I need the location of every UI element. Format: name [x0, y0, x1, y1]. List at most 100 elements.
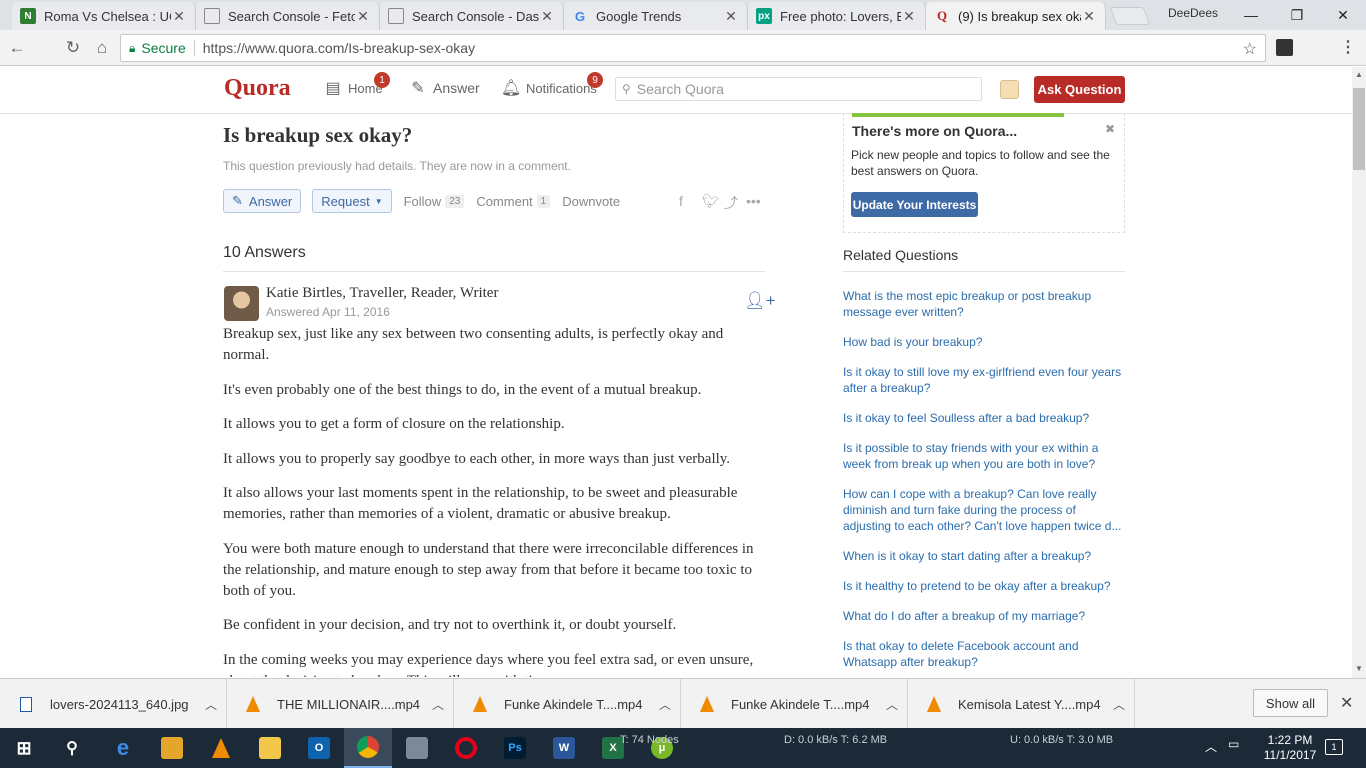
restore-icon[interactable]: ❐ — [1274, 0, 1320, 30]
follow-user-icon[interactable]: 👤︎+ — [744, 291, 776, 311]
related-question-link[interactable]: Is it possible to stay friends with your… — [843, 440, 1125, 472]
profile-name[interactable]: DeeDees — [1168, 6, 1218, 20]
share-icon[interactable]: ⤴ — [724, 193, 738, 213]
download-item[interactable]: lovers-2024113_640.jpg ︿ — [0, 679, 227, 729]
url-text[interactable]: https://www.quora.com/Is-breakup-sex-oka… — [203, 40, 475, 56]
follow-button[interactable]: Follow 23 — [404, 194, 465, 209]
chevron-up-icon[interactable]: ︿ — [877, 696, 907, 713]
network-icon[interactable]: ▭ — [1228, 737, 1239, 751]
app-icon[interactable] — [393, 728, 441, 768]
chrome-menu-icon[interactable]: ⋮ — [1340, 37, 1356, 57]
opera-icon[interactable] — [442, 728, 490, 768]
facebook-icon[interactable]: f — [679, 193, 683, 209]
back-arrow-icon[interactable]: ← — [6, 37, 28, 59]
answer-date[interactable]: Answered Apr 11, 2016 — [266, 305, 390, 319]
downvote-button[interactable]: Downvote — [562, 194, 620, 209]
close-icon[interactable]: ✕ — [539, 8, 555, 25]
related-question-link[interactable]: Is it okay to feel Soulless after a bad … — [843, 410, 1125, 426]
tab-free-photo[interactable]: px Free photo: Lovers, Bla ✕ — [748, 2, 926, 30]
download-item[interactable]: Kemisola Latest Y....mp4 ︿ — [908, 679, 1135, 729]
reload-icon[interactable]: ↻ — [62, 37, 84, 59]
home-badge: 1 — [374, 72, 390, 88]
close-shelf-icon[interactable]: ✕ — [1340, 693, 1353, 713]
nav-notifications[interactable]: 🔔︎ Notifications 9 — [501, 72, 603, 97]
address-bar[interactable]: 🔒︎ Secure https://www.quora.com/Is-break… — [120, 34, 1266, 62]
dismiss-icon[interactable]: ✖ — [1105, 122, 1115, 136]
ask-question-button[interactable]: Ask Question — [1034, 76, 1125, 103]
more-options-icon[interactable]: ••• — [746, 193, 761, 209]
nav-answer[interactable]: ✎ Answer — [409, 79, 479, 97]
download-item[interactable]: Funke Akindele T....mp4 ︿ — [454, 679, 681, 729]
chevron-up-icon[interactable]: ︿ — [423, 696, 453, 713]
tray-download-rate: D: 0.0 kB/s T: 6.2 MB — [784, 734, 888, 746]
close-icon[interactable]: ✕ — [355, 8, 371, 25]
chevron-up-icon[interactable]: ︿ — [196, 696, 226, 713]
twitter-icon[interactable]: 🐦︎ — [702, 193, 720, 210]
download-item[interactable]: THE MILLIONAIR....mp4 ︿ — [227, 679, 454, 729]
update-interests-button[interactable]: Update Your Interests — [851, 192, 978, 217]
divider — [193, 40, 195, 56]
related-question-link[interactable]: What do I do after a breakup of my marri… — [843, 608, 1125, 624]
vlc-icon[interactable] — [197, 728, 245, 768]
tab-google-trends[interactable]: G Google Trends ✕ — [564, 2, 748, 30]
related-question-link[interactable]: How bad is your breakup? — [843, 334, 1125, 350]
minimize-icon[interactable]: — — [1228, 0, 1274, 30]
scroll-down-icon[interactable]: ▼ — [1355, 664, 1363, 673]
quora-favicon-icon: Q — [936, 8, 948, 23]
windows-start-icon[interactable]: ⊞ — [0, 728, 48, 768]
related-question-link[interactable]: When is it okay to start dating after a … — [843, 548, 1125, 564]
user-avatar[interactable] — [1000, 80, 1019, 99]
chevron-up-icon[interactable]: ︿ — [1104, 696, 1134, 713]
close-icon[interactable]: ✕ — [1081, 8, 1097, 25]
question-title[interactable]: Is breakup sex okay? — [223, 123, 412, 148]
related-question-link[interactable]: Is that okay to delete Facebook account … — [843, 638, 1125, 670]
tab-search-console-fetch[interactable]: Search Console - Fetch ✕ — [196, 2, 380, 30]
scroll-up-icon[interactable]: ▲ — [1355, 70, 1363, 79]
show-all-button[interactable]: Show all — [1253, 689, 1328, 717]
nav-home[interactable]: ▤ Home 1 — [324, 72, 390, 97]
tab-roma-vs-chelsea[interactable]: N Roma Vs Chelsea : UCL ✕ — [12, 2, 196, 30]
extension-icon[interactable] — [1276, 39, 1293, 56]
quora-logo[interactable]: Quora — [224, 75, 291, 102]
related-questions-title: Related Questions — [843, 247, 1125, 272]
file-explorer-icon[interactable] — [246, 728, 294, 768]
edge-icon[interactable]: e — [99, 728, 147, 768]
search-icon[interactable]: ⚲ — [48, 728, 96, 768]
related-question-link[interactable]: How can I cope with a breakup? Can love … — [843, 486, 1125, 534]
related-question-link[interactable]: Is it okay to still love my ex-girlfrien… — [843, 364, 1125, 396]
chrome-icon[interactable] — [344, 728, 392, 768]
word-icon[interactable]: W — [540, 728, 588, 768]
outlook-icon[interactable]: O — [295, 728, 343, 768]
scrollbar-thumb[interactable] — [1353, 88, 1365, 170]
request-button[interactable]: Request ▼ — [312, 189, 392, 213]
close-icon[interactable]: ✕ — [723, 8, 739, 25]
system-clock[interactable]: 1:22 PM 11/1/2017 — [1260, 733, 1320, 763]
author-name[interactable]: Katie Birtles, Traveller, Reader, Writer — [266, 285, 498, 302]
chevron-up-icon[interactable]: ︿ — [650, 696, 680, 713]
search-box[interactable]: ⚲ — [615, 77, 982, 101]
store-icon[interactable] — [148, 728, 196, 768]
download-item[interactable]: Funke Akindele T....mp4 ︿ — [681, 679, 908, 729]
comment-button[interactable]: Comment 1 — [476, 194, 551, 209]
home-icon[interactable]: ⌂ — [91, 37, 113, 59]
tab-quora-active[interactable]: Q (9) Is breakup sex okay ✕ — [926, 2, 1106, 30]
photoshop-icon[interactable]: Ps — [491, 728, 539, 768]
download-name: Funke Akindele T....mp4 — [731, 696, 870, 712]
close-icon[interactable]: ✕ — [171, 8, 187, 25]
bookmark-star-icon[interactable]: ☆ — [1243, 39, 1257, 59]
answer-button[interactable]: ✎ Answer — [223, 189, 302, 213]
google-favicon-icon: G — [574, 8, 586, 24]
tray-chevron-icon[interactable]: ︿ — [1205, 738, 1217, 755]
related-question-link[interactable]: What is the most epic breakup or post br… — [843, 288, 1125, 320]
author-avatar[interactable] — [224, 286, 259, 321]
window-close-icon[interactable]: ✕ — [1320, 0, 1366, 30]
search-input[interactable] — [636, 81, 957, 97]
new-tab-button[interactable] — [1109, 7, 1151, 25]
question-actions: ✎ Answer Request ▼ Follow 23 Comment 1 D… — [223, 189, 620, 213]
notification-center-icon[interactable]: 1 — [1325, 739, 1343, 755]
close-icon[interactable]: ✕ — [901, 8, 917, 25]
tab-title: Search Console - Dash — [412, 8, 539, 24]
download-name: THE MILLIONAIR....mp4 — [277, 696, 421, 712]
tab-search-console-dash[interactable]: Search Console - Dash ✕ — [380, 2, 564, 30]
related-question-link[interactable]: Is it healthy to pretend to be okay afte… — [843, 578, 1125, 594]
